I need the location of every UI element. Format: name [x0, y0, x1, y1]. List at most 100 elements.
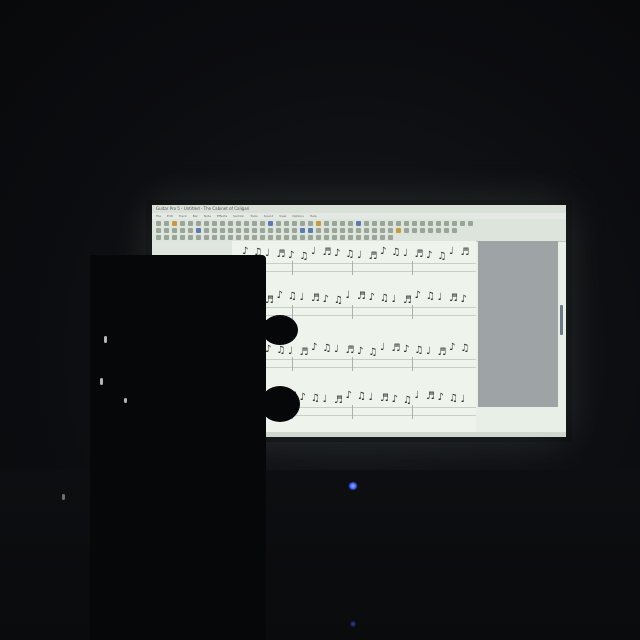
toolbar-button[interactable]	[252, 221, 257, 226]
toolbar-button[interactable]	[372, 221, 377, 226]
toolbar-button[interactable]	[220, 228, 225, 233]
toolbar-button[interactable]	[284, 221, 289, 226]
toolbar-button[interactable]	[268, 221, 273, 226]
toolbar-button[interactable]	[316, 228, 321, 233]
music-note[interactable]: ♬	[300, 348, 309, 358]
toolbar-button[interactable]	[228, 228, 233, 233]
toolbar-button[interactable]	[380, 221, 385, 226]
toolbar-button[interactable]	[228, 221, 233, 226]
toolbar-button[interactable]	[396, 221, 401, 226]
toolbar-button[interactable]	[364, 221, 369, 226]
toolbar-button[interactable]	[324, 235, 329, 240]
music-note[interactable]: ♩	[461, 395, 466, 405]
toolbar-button[interactable]	[412, 228, 417, 233]
music-note[interactable]: ♫	[392, 248, 401, 258]
toolbar-button[interactable]	[396, 228, 401, 233]
toolbar-button[interactable]	[156, 221, 161, 226]
toolbar-button[interactable]	[292, 228, 297, 233]
music-note[interactable]: ♬	[311, 294, 320, 304]
music-note[interactable]: ♬	[265, 296, 274, 306]
toolbar-button[interactable]	[284, 228, 289, 233]
toolbar-button[interactable]	[156, 228, 161, 233]
toolbar-button[interactable]	[188, 221, 193, 226]
music-note[interactable]: ♫	[288, 292, 297, 302]
music-note[interactable]: ♩	[392, 295, 397, 305]
toolbar-button[interactable]	[420, 221, 425, 226]
toolbar-button[interactable]	[188, 228, 193, 233]
music-note[interactable]: ♩	[288, 347, 293, 357]
music-note[interactable]: ♪	[346, 391, 352, 401]
toolbar-button[interactable]	[324, 221, 329, 226]
toolbar-button[interactable]	[204, 235, 209, 240]
toolbar-button[interactable]	[172, 228, 177, 233]
music-note[interactable]: ♬	[415, 250, 424, 260]
toolbar-button[interactable]	[356, 235, 361, 240]
toolbar-button[interactable]	[380, 228, 385, 233]
music-note[interactable]: ♪	[277, 291, 283, 301]
music-note[interactable]: ♪	[323, 295, 329, 305]
toolbar-button[interactable]	[284, 235, 289, 240]
toolbar-button[interactable]	[292, 221, 297, 226]
music-note[interactable]: ♩	[415, 391, 420, 401]
music-note[interactable]: ♩	[403, 249, 408, 259]
toolbar-button[interactable]	[180, 228, 185, 233]
music-note[interactable]: ♬	[346, 346, 355, 356]
toolbar-button[interactable]	[388, 235, 393, 240]
toolbar-button[interactable]	[420, 228, 425, 233]
toolbar-button[interactable]	[164, 228, 169, 233]
toolbar-button[interactable]	[316, 221, 321, 226]
toolbar-button[interactable]	[332, 228, 337, 233]
toolbar-button[interactable]	[260, 228, 265, 233]
toolbar-button[interactable]	[164, 235, 169, 240]
toolbar-button[interactable]	[308, 228, 313, 233]
toolbar-button[interactable]	[260, 235, 265, 240]
music-note[interactable]: ♩	[449, 247, 454, 257]
music-note[interactable]: ♩	[311, 247, 316, 257]
music-note[interactable]: ♪	[392, 395, 398, 405]
music-note[interactable]: ♪	[449, 343, 455, 353]
toolbar-button[interactable]	[236, 221, 241, 226]
toolbar-button[interactable]	[276, 228, 281, 233]
music-note[interactable]: ♫	[449, 394, 458, 404]
toolbar-button[interactable]	[460, 221, 465, 226]
toolbar-button[interactable]	[220, 235, 225, 240]
music-note[interactable]: ♪	[334, 249, 340, 259]
music-note[interactable]: ♪	[311, 343, 317, 353]
music-note[interactable]: ♫	[300, 252, 309, 262]
toolbar-button[interactable]	[212, 221, 217, 226]
toolbar-button[interactable]	[188, 235, 193, 240]
toolbar-button[interactable]	[340, 228, 345, 233]
toolbar-button[interactable]	[324, 228, 329, 233]
music-note[interactable]: ♫	[369, 348, 378, 358]
toolbar-button[interactable]	[356, 221, 361, 226]
music-note[interactable]: ♫	[277, 346, 286, 356]
toolbar-button[interactable]	[412, 221, 417, 226]
toolbar-button[interactable]	[300, 221, 305, 226]
toolbar-button[interactable]	[372, 228, 377, 233]
toolbar-button[interactable]	[244, 228, 249, 233]
toolbar-button[interactable]	[332, 235, 337, 240]
toolbar-button[interactable]	[252, 235, 257, 240]
music-note[interactable]: ♫	[461, 344, 470, 354]
music-note[interactable]: ♩	[438, 293, 443, 303]
toolbar-button[interactable]	[348, 221, 353, 226]
music-note[interactable]: ♪	[426, 251, 432, 261]
music-note[interactable]: ♫	[438, 252, 447, 262]
toolbar-button[interactable]	[444, 228, 449, 233]
toolbar-button[interactable]	[156, 235, 161, 240]
music-note[interactable]: ♬	[426, 392, 435, 402]
music-note[interactable]: ♩	[346, 291, 351, 301]
toolbar-button[interactable]	[364, 228, 369, 233]
toolbar-button[interactable]	[452, 228, 457, 233]
music-note[interactable]: ♬	[334, 396, 343, 406]
toolbar-button[interactable]	[404, 221, 409, 226]
music-note[interactable]: ♪	[415, 291, 421, 301]
toolbar-button[interactable]	[428, 228, 433, 233]
toolbar-button[interactable]	[220, 221, 225, 226]
music-note[interactable]: ♬	[357, 292, 366, 302]
music-note[interactable]: ♬	[438, 348, 447, 358]
music-note[interactable]: ♫	[357, 392, 366, 402]
toolbar-button[interactable]	[212, 228, 217, 233]
music-note[interactable]: ♫	[323, 344, 332, 354]
toolbar-button[interactable]	[204, 228, 209, 233]
